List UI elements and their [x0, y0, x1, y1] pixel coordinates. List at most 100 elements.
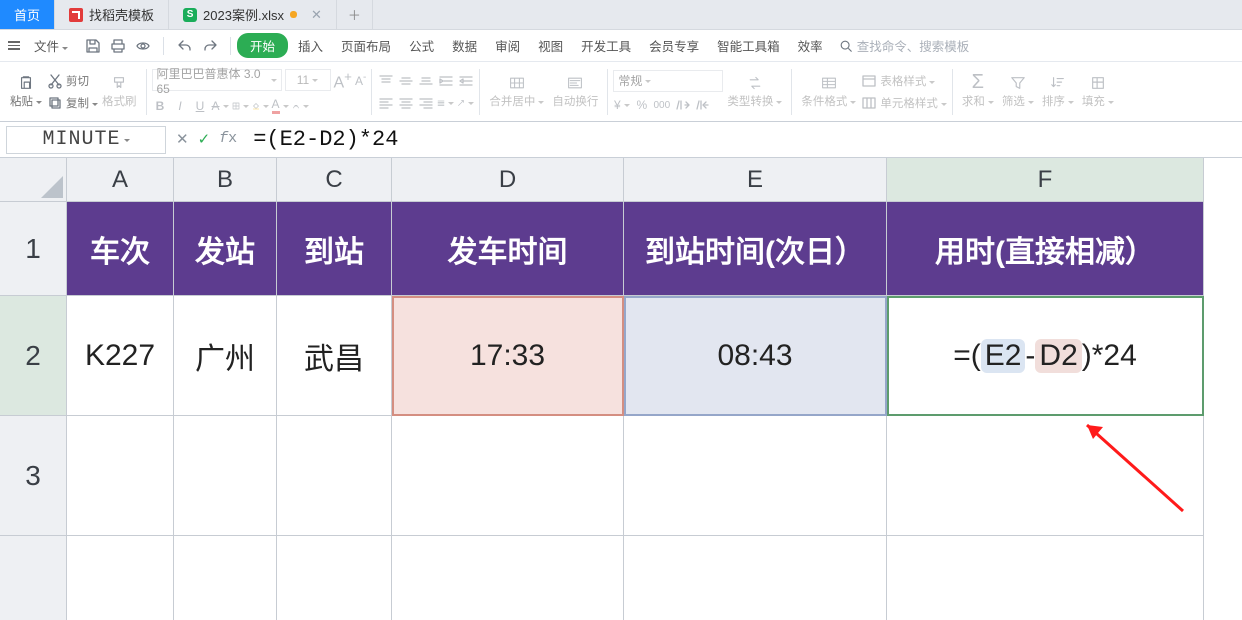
- cell-E3[interactable]: [624, 416, 887, 536]
- print-icon[interactable]: [109, 37, 126, 54]
- redo-icon[interactable]: [201, 37, 218, 54]
- search-box[interactable]: 查找命令、搜索模板: [833, 36, 976, 55]
- phonetic-icon[interactable]: [292, 97, 309, 114]
- cell-F1[interactable]: 用时(直接相减）: [887, 202, 1204, 296]
- menu-view[interactable]: 视图: [530, 32, 571, 59]
- align-mid-icon[interactable]: [397, 72, 414, 89]
- hamburger-icon[interactable]: [4, 37, 24, 54]
- font-select[interactable]: 阿里巴巴普惠体 3.0 65: [152, 69, 282, 91]
- col-header-C[interactable]: C: [277, 158, 392, 202]
- tab-home[interactable]: 首页: [0, 0, 55, 29]
- copy-icon[interactable]: [46, 94, 63, 111]
- paste-label[interactable]: 粘贴: [10, 93, 42, 109]
- undo-icon[interactable]: [176, 37, 193, 54]
- menu-insert[interactable]: 插入: [290, 32, 331, 59]
- cell-C3[interactable]: [277, 416, 392, 536]
- cell-B2[interactable]: 广州: [174, 296, 277, 416]
- cell-C1[interactable]: 到站: [277, 202, 392, 296]
- col-header-A[interactable]: A: [67, 158, 174, 202]
- percent-icon[interactable]: %: [633, 97, 650, 114]
- justify-icon[interactable]: [437, 94, 454, 111]
- convert-icon[interactable]: [746, 74, 763, 91]
- col-header-B[interactable]: B: [174, 158, 277, 202]
- preview-icon[interactable]: [134, 37, 151, 54]
- cell-D1[interactable]: 发车时间: [392, 202, 624, 296]
- fillcolor-icon[interactable]: [252, 97, 269, 114]
- border-icon[interactable]: [232, 97, 249, 114]
- filter-icon[interactable]: [1009, 74, 1026, 91]
- menu-efficiency[interactable]: 效率: [790, 32, 831, 59]
- brush-icon[interactable]: [111, 74, 128, 91]
- tab-file[interactable]: 2023案例.xlsx✕: [169, 0, 337, 29]
- fx-accept-icon[interactable]: ✓: [198, 130, 211, 149]
- dec-inc-icon[interactable]: [673, 97, 690, 114]
- cond-icon[interactable]: [820, 74, 837, 91]
- row-header-1[interactable]: 1: [0, 202, 67, 296]
- fx-cancel-icon[interactable]: ✕: [176, 130, 189, 149]
- paste-icon[interactable]: [18, 74, 35, 91]
- align-center-icon[interactable]: [397, 94, 414, 111]
- bold-icon[interactable]: B: [152, 97, 169, 114]
- wrap-icon[interactable]: [567, 74, 584, 91]
- align-right-icon[interactable]: [417, 94, 434, 111]
- underline-icon[interactable]: U: [192, 97, 209, 114]
- tab-add[interactable]: ＋: [337, 0, 373, 29]
- menu-layout[interactable]: 页面布局: [333, 32, 399, 59]
- align-top-icon[interactable]: [377, 72, 394, 89]
- orientation-icon[interactable]: [457, 94, 474, 111]
- col-header-E[interactable]: E: [624, 158, 887, 202]
- dec-dec-icon[interactable]: [693, 97, 710, 114]
- formula-input[interactable]: =(E2-D2)*24: [247, 127, 1242, 152]
- cellstyle-icon[interactable]: [860, 94, 877, 111]
- fontcolor-icon[interactable]: A: [272, 97, 289, 114]
- cell-A1[interactable]: 车次: [67, 202, 174, 296]
- menu-data[interactable]: 数据: [444, 32, 485, 59]
- name-box[interactable]: MINUTE: [6, 126, 166, 154]
- indent-inc-icon[interactable]: [437, 72, 454, 89]
- cell-E1[interactable]: 到站时间(次日）: [624, 202, 887, 296]
- close-icon[interactable]: ✕: [311, 7, 322, 23]
- tablestyle-icon[interactable]: [860, 72, 877, 89]
- size-select[interactable]: 11: [285, 69, 331, 91]
- cell-B1[interactable]: 发站: [174, 202, 277, 296]
- sort-icon[interactable]: [1049, 74, 1066, 91]
- save-icon[interactable]: [84, 37, 101, 54]
- menu-file[interactable]: 文件: [26, 32, 76, 59]
- menu-smart[interactable]: 智能工具箱: [709, 32, 788, 59]
- comma-icon[interactable]: 000: [653, 97, 670, 114]
- cell-D2[interactable]: 17:33: [392, 296, 624, 416]
- cell-D3[interactable]: [392, 416, 624, 536]
- cell-A2[interactable]: K227: [67, 296, 174, 416]
- grow-font-icon[interactable]: A+: [334, 69, 352, 92]
- col-header-F[interactable]: F: [887, 158, 1204, 202]
- menu-formula[interactable]: 公式: [401, 32, 442, 59]
- currency-icon[interactable]: ¥: [613, 97, 630, 114]
- row-header-3[interactable]: 3: [0, 416, 67, 536]
- number-format[interactable]: 常规: [613, 70, 723, 92]
- italic-icon[interactable]: I: [172, 97, 189, 114]
- menu-vip[interactable]: 会员专享: [641, 32, 707, 59]
- strike-icon[interactable]: A: [212, 97, 229, 114]
- indent-dec-icon[interactable]: [457, 72, 474, 89]
- col-header-D[interactable]: D: [392, 158, 624, 202]
- cell-E2[interactable]: 08:43: [624, 296, 887, 416]
- row-header-2[interactable]: 2: [0, 296, 67, 416]
- cell-C2[interactable]: 武昌: [277, 296, 392, 416]
- align-left-icon[interactable]: [377, 94, 394, 111]
- fx-icon[interactable]: fx: [219, 130, 237, 149]
- fill-icon[interactable]: [1089, 74, 1106, 91]
- sum-icon[interactable]: Σ: [969, 74, 986, 91]
- cut-icon[interactable]: [46, 72, 63, 89]
- cell-B3[interactable]: [174, 416, 277, 536]
- menu-dev[interactable]: 开发工具: [573, 32, 639, 59]
- cell-A3[interactable]: [67, 416, 174, 536]
- merge-icon[interactable]: [508, 74, 525, 91]
- cell-F3[interactable]: [887, 416, 1204, 536]
- align-bot-icon[interactable]: [417, 72, 434, 89]
- menu-start[interactable]: 开始: [237, 33, 288, 58]
- shrink-font-icon[interactable]: A-: [355, 72, 366, 88]
- menu-review[interactable]: 审阅: [487, 32, 528, 59]
- select-all-corner[interactable]: [0, 158, 67, 202]
- cell-F2-editing[interactable]: =( E2 - D2 )*24: [887, 296, 1204, 416]
- tab-docer[interactable]: 找稻壳模板: [55, 0, 169, 29]
